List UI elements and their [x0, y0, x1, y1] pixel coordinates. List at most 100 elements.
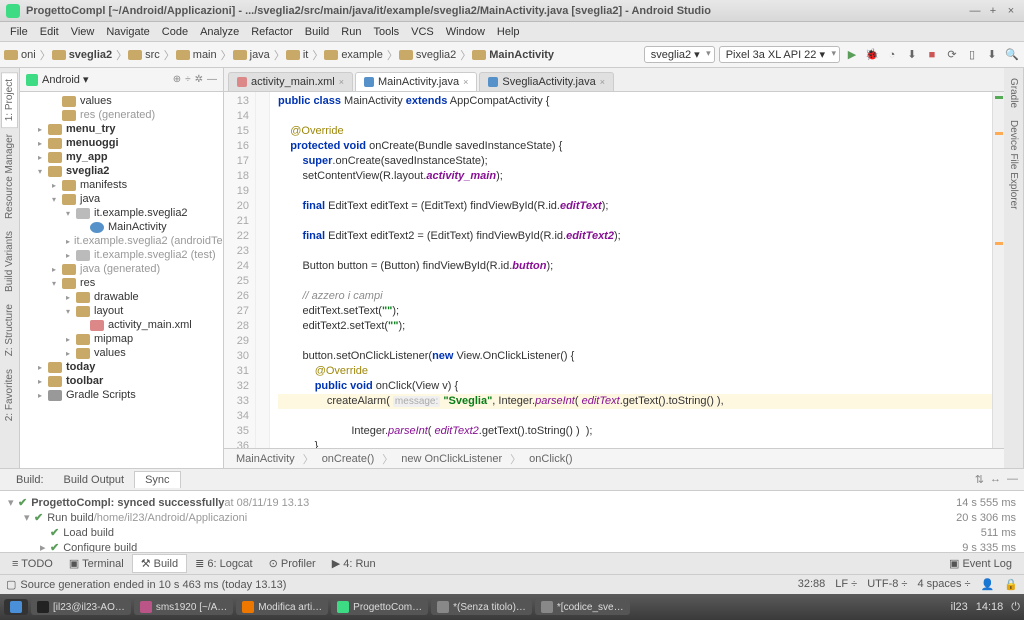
taskbar-item[interactable]: sms1920 [~/A… — [134, 599, 233, 615]
bottom-tab[interactable]: ▶ 4: Run — [324, 555, 384, 572]
build-tab[interactable]: Build Output — [54, 472, 135, 488]
tree-node[interactable]: ▸menuoggi — [20, 136, 223, 150]
menu-navigate[interactable]: Navigate — [100, 26, 155, 38]
menu-window[interactable]: Window — [440, 26, 491, 38]
settings-icon[interactable]: ✲ — [195, 74, 203, 85]
stop-button[interactable]: ■ — [924, 47, 940, 63]
file-encoding[interactable]: UTF-8 ÷ — [867, 578, 907, 591]
taskbar-item[interactable]: *(Senza titolo)… — [431, 599, 532, 615]
attach-button[interactable]: ⬇ — [904, 47, 920, 63]
hide-panel-icon[interactable]: — — [1007, 473, 1018, 486]
side-tab[interactable]: Device File Explorer — [1006, 114, 1021, 215]
build-row[interactable]: ▾✔ProgettoCompl: synced successfully at … — [8, 495, 1016, 510]
debug-button[interactable]: 🐞 — [864, 47, 880, 63]
code-area[interactable]: 13 14 15 16 17 18 19 20 21 22 23 24 25 2… — [224, 92, 1004, 448]
tree-node[interactable]: ▸my_app — [20, 150, 223, 164]
menu-run[interactable]: Run — [335, 26, 367, 38]
tree-node[interactable]: ▸it.example.sveglia2 (androidTe — [20, 234, 223, 248]
menu-vcs[interactable]: VCS — [405, 26, 440, 38]
menu-view[interactable]: View — [65, 26, 101, 38]
tray-user[interactable]: il23 — [951, 601, 968, 613]
menu-analyze[interactable]: Analyze — [194, 26, 245, 38]
close-tab-icon[interactable]: × — [600, 77, 605, 87]
build-row[interactable]: ✔Load build511 ms — [8, 525, 1016, 540]
bottom-tab[interactable]: ⚒ Build — [132, 554, 187, 573]
taskbar-item[interactable]: Modifica arti… — [236, 599, 328, 615]
bottom-tab[interactable]: ≡ TODO — [4, 556, 61, 572]
hide-icon[interactable]: — — [207, 74, 217, 85]
build-row[interactable]: ▸✔Configure build9 s 335 ms — [8, 540, 1016, 552]
build-row[interactable]: ▾✔Run build /home/il23/Android/Applicazi… — [8, 510, 1016, 525]
close-button[interactable]: × — [1004, 5, 1018, 17]
caret-position[interactable]: 32:88 — [798, 578, 826, 591]
menu-file[interactable]: File — [4, 26, 34, 38]
event-log-tab[interactable]: ▣ Event Log — [941, 555, 1020, 572]
maximize-button[interactable]: + — [986, 5, 1000, 17]
close-tab-icon[interactable]: × — [339, 77, 344, 87]
menu-code[interactable]: Code — [156, 26, 194, 38]
sdk-button[interactable]: ⬇ — [984, 47, 1000, 63]
build-tab[interactable]: Build: — [6, 472, 54, 488]
editor-tab[interactable]: activity_main.xml× — [228, 72, 353, 91]
tree-node[interactable]: ▾it.example.sveglia2 — [20, 206, 223, 220]
menu-build[interactable]: Build — [299, 26, 335, 38]
tree-node[interactable]: ▾res — [20, 276, 223, 290]
taskbar-item[interactable]: ProgettoCom… — [331, 599, 428, 615]
project-tree[interactable]: valuesres (generated)▸menu_try▸menuoggi▸… — [20, 92, 223, 468]
menu-refactor[interactable]: Refactor — [245, 26, 299, 38]
bottom-tab[interactable]: ≣ 6: Logcat — [187, 555, 261, 572]
lock-icon[interactable]: 🔒 — [1004, 578, 1018, 591]
tree-node[interactable]: ▾java — [20, 192, 223, 206]
tree-node[interactable]: ▸toolbar — [20, 374, 223, 388]
taskbar-item[interactable]: [il23@il23-AO… — [31, 599, 131, 615]
tree-node[interactable]: ▸today — [20, 360, 223, 374]
sync-button[interactable]: ⟳ — [944, 47, 960, 63]
bottom-tab[interactable]: ▣ Terminal — [61, 555, 132, 572]
tree-node[interactable]: MainActivity — [20, 220, 223, 234]
menu-help[interactable]: Help — [491, 26, 526, 38]
tree-node[interactable]: ▸values — [20, 346, 223, 360]
tree-node[interactable]: ▸mipmap — [20, 332, 223, 346]
side-tab[interactable]: Gradle — [1006, 72, 1021, 114]
filter-icon[interactable]: ⇅ — [975, 473, 984, 486]
side-tab[interactable]: Resource Manager — [2, 128, 17, 225]
code-breadcrumb[interactable]: MainActivity〉onCreate()〉new OnClickListe… — [224, 448, 1004, 468]
expand-icon[interactable]: ↔ — [990, 473, 1001, 486]
tree-node[interactable]: ▸it.example.sveglia2 (test) — [20, 248, 223, 262]
start-button[interactable] — [4, 599, 28, 615]
error-stripe[interactable] — [992, 92, 1004, 448]
tree-node[interactable]: ▸Gradle Scripts — [20, 388, 223, 402]
tree-node[interactable]: ▸manifests — [20, 178, 223, 192]
tree-node[interactable]: ▸menu_try — [20, 122, 223, 136]
tree-node[interactable]: ▸drawable — [20, 290, 223, 304]
menu-edit[interactable]: Edit — [34, 26, 65, 38]
indent-setting[interactable]: 4 spaces ÷ — [917, 578, 970, 591]
search-icon[interactable]: 🔍 — [1004, 47, 1020, 63]
build-tab[interactable]: Sync — [134, 471, 180, 488]
tray-power-icon[interactable]: ⏻ — [1011, 601, 1020, 614]
tree-node[interactable]: ▾layout — [20, 304, 223, 318]
build-output[interactable]: ▾✔ProgettoCompl: synced successfully at … — [0, 491, 1024, 552]
minimize-button[interactable]: — — [968, 5, 982, 17]
line-separator[interactable]: LF ÷ — [835, 578, 857, 591]
side-tab[interactable]: Z: Structure — [2, 298, 17, 362]
device-combo[interactable]: Pixel 3a XL API 22 ▾ — [719, 46, 840, 63]
breadcrumb[interactable]: oni〉sveglia2〉src〉main〉java〉it〉example〉sv… — [4, 47, 557, 63]
side-tab[interactable]: Build Variants — [2, 225, 17, 298]
collapse-icon[interactable]: ÷ — [185, 74, 191, 85]
menu-tools[interactable]: Tools — [367, 26, 405, 38]
side-tab[interactable]: 1: Project — [1, 72, 18, 128]
side-tab[interactable]: 2: Favorites — [2, 363, 17, 427]
run-button[interactable]: ▶ — [844, 47, 860, 63]
profile-button[interactable]: ◔ — [884, 47, 900, 63]
target-icon[interactable]: ⊕ — [173, 74, 181, 85]
tree-node[interactable]: res (generated) — [20, 108, 223, 122]
bottom-tab[interactable]: ⊙ Profiler — [261, 555, 324, 572]
inspection-icon[interactable]: 👤 — [981, 578, 995, 591]
code-text[interactable]: public class MainActivity extends AppCom… — [270, 92, 992, 448]
close-tab-icon[interactable]: × — [463, 77, 468, 87]
tree-node[interactable]: ▸java (generated) — [20, 262, 223, 276]
editor-tab[interactable]: MainActivity.java× — [355, 72, 477, 91]
taskbar-item[interactable]: *[codice_sve… — [535, 599, 630, 615]
tree-node[interactable]: values — [20, 94, 223, 108]
